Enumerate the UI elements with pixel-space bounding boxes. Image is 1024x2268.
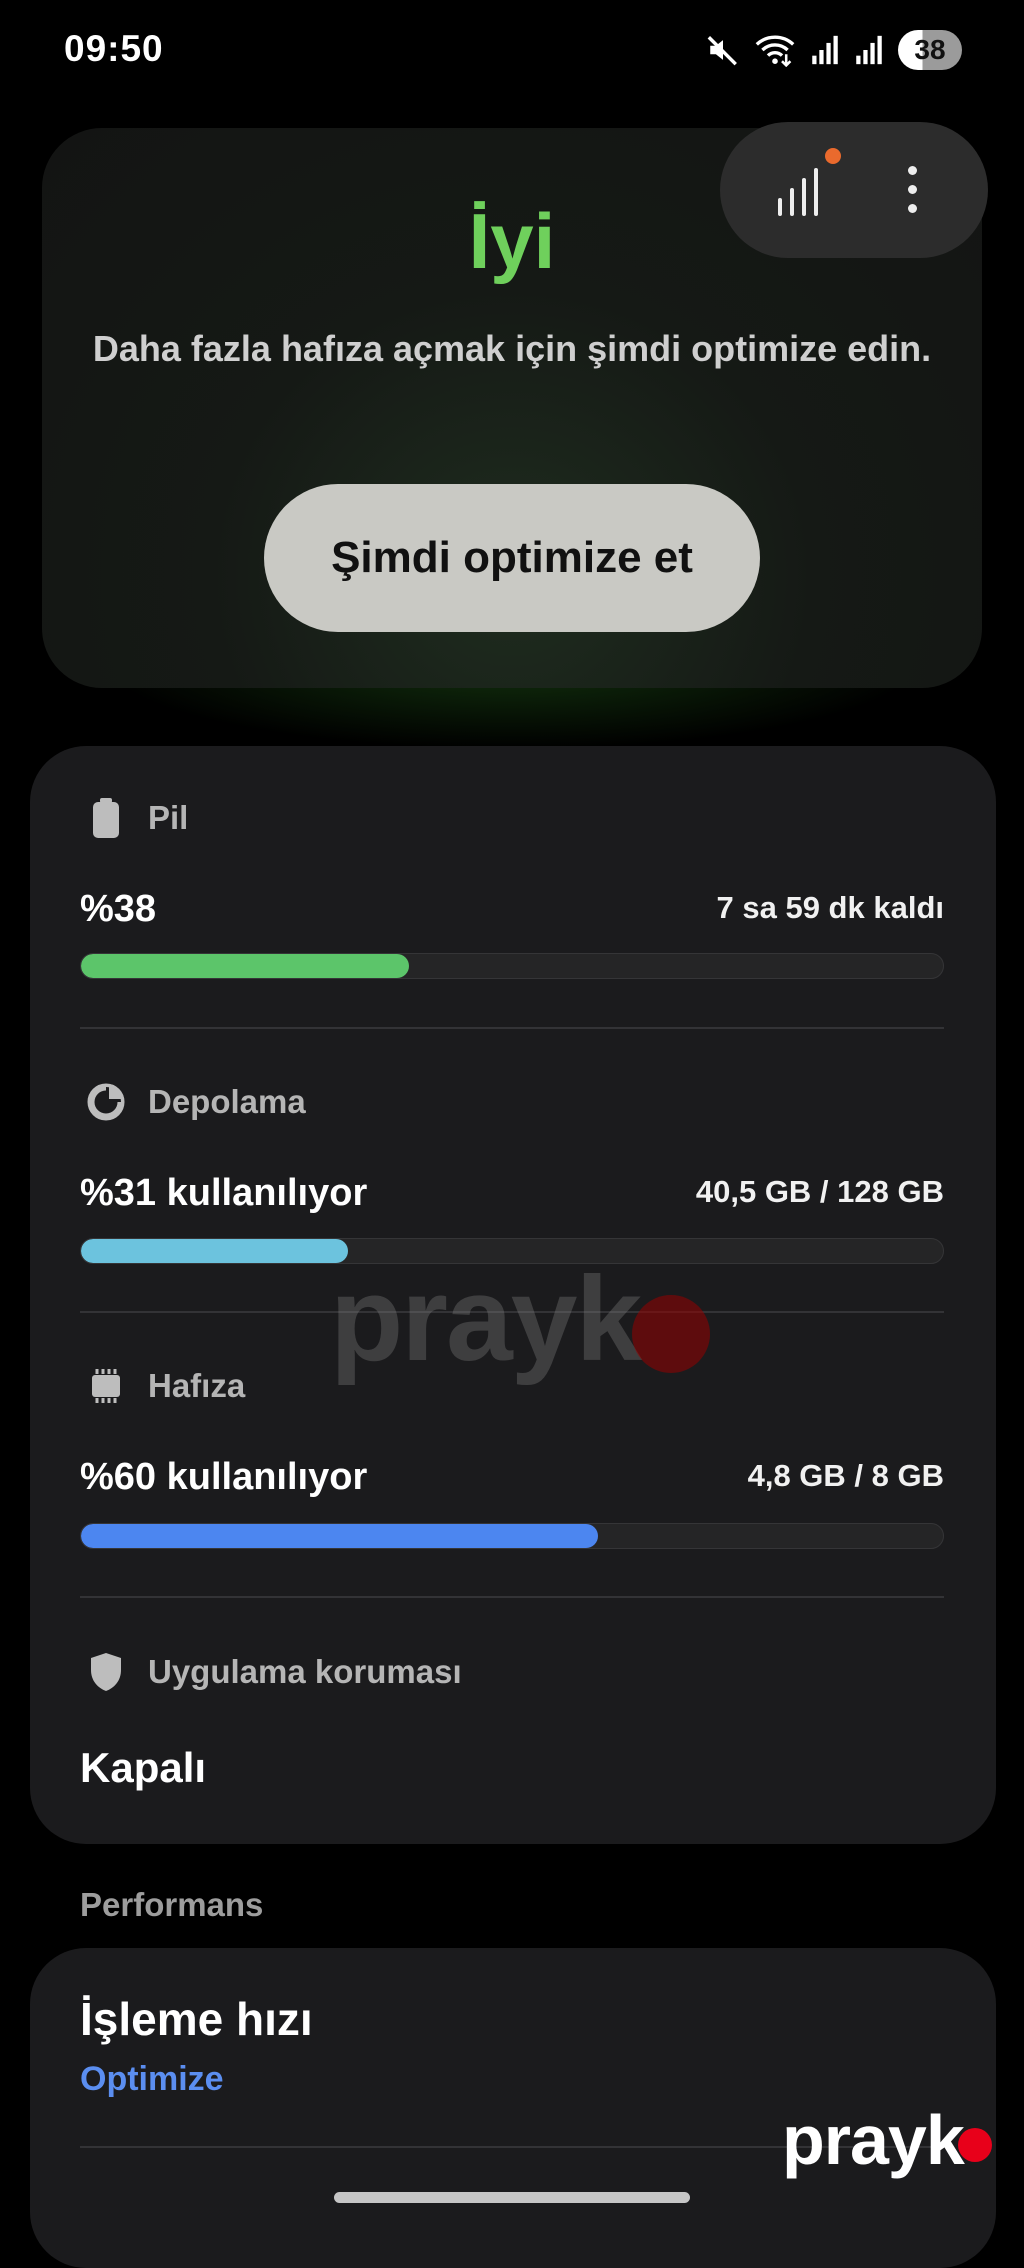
status-icons: 38	[706, 28, 962, 72]
optimize-now-button[interactable]: Şimdi optimize et	[264, 484, 760, 632]
notification-dot	[825, 148, 841, 164]
signal-icon-2	[856, 35, 882, 65]
app-protection-label: Uygulama koruması	[148, 1653, 462, 1690]
storage-amount: 40,5 GB / 128 GB	[695, 1174, 944, 1209]
shield-icon	[84, 1650, 128, 1694]
battery-icon	[84, 796, 128, 840]
divider	[80, 1596, 944, 1598]
battery-progress-fill	[81, 954, 409, 978]
signal-icon	[812, 35, 838, 65]
wifi-icon	[755, 35, 795, 67]
app-protection-section-header[interactable]: Uygulama koruması	[84, 1650, 462, 1694]
battery-label: Pil	[148, 799, 189, 836]
watermark-logo: prayk	[782, 2101, 965, 2179]
divider	[80, 1027, 944, 1029]
storage-section-header[interactable]: Depolama	[84, 1080, 306, 1124]
battery-level: 38	[914, 34, 946, 65]
battery-progress-bar	[80, 953, 944, 979]
processing-speed-title: İşleme hızı	[80, 1993, 313, 2045]
floating-toolbar	[720, 122, 988, 258]
watermark-dot	[632, 1295, 710, 1373]
pie-chart-icon	[84, 1080, 128, 1124]
memory-amount: 4,8 GB / 8 GB	[747, 1458, 944, 1493]
app-protection-status: Kapalı	[80, 1744, 207, 1791]
battery-section-header[interactable]: Pil	[84, 796, 188, 840]
memory-progress-fill	[81, 1524, 599, 1548]
bar-chart-icon[interactable]	[776, 164, 822, 218]
watermark-text: prayk	[330, 1252, 642, 1386]
memory-label: Hafıza	[148, 1367, 246, 1404]
more-vert-icon[interactable]	[905, 166, 919, 216]
watermark-logo-dot	[958, 2128, 992, 2162]
memory-usage: %60 kullanılıyor	[80, 1456, 368, 1498]
memory-section-header[interactable]: Hafıza	[84, 1364, 245, 1408]
battery-icon: 38	[898, 30, 962, 70]
battery-remaining-time: 7 sa 59 dk kaldı	[716, 890, 944, 925]
memory-chip-icon	[84, 1364, 128, 1408]
memory-progress-bar	[80, 1523, 944, 1549]
device-status-description: Daha fazla hafıza açmak için şimdi optim…	[92, 328, 932, 369]
status-time: 09:50	[64, 28, 164, 69]
storage-progress-fill	[81, 1239, 349, 1263]
battery-percent: %38	[80, 888, 157, 930]
performance-section-label: Performans	[80, 1886, 264, 1923]
storage-label: Depolama	[148, 1083, 306, 1120]
home-gesture-bar[interactable]	[334, 2192, 690, 2203]
processing-speed-optimize-link[interactable]: Optimize	[80, 2060, 224, 2099]
mute-icon	[707, 36, 737, 66]
storage-usage: %31 kullanılıyor	[80, 1172, 368, 1214]
